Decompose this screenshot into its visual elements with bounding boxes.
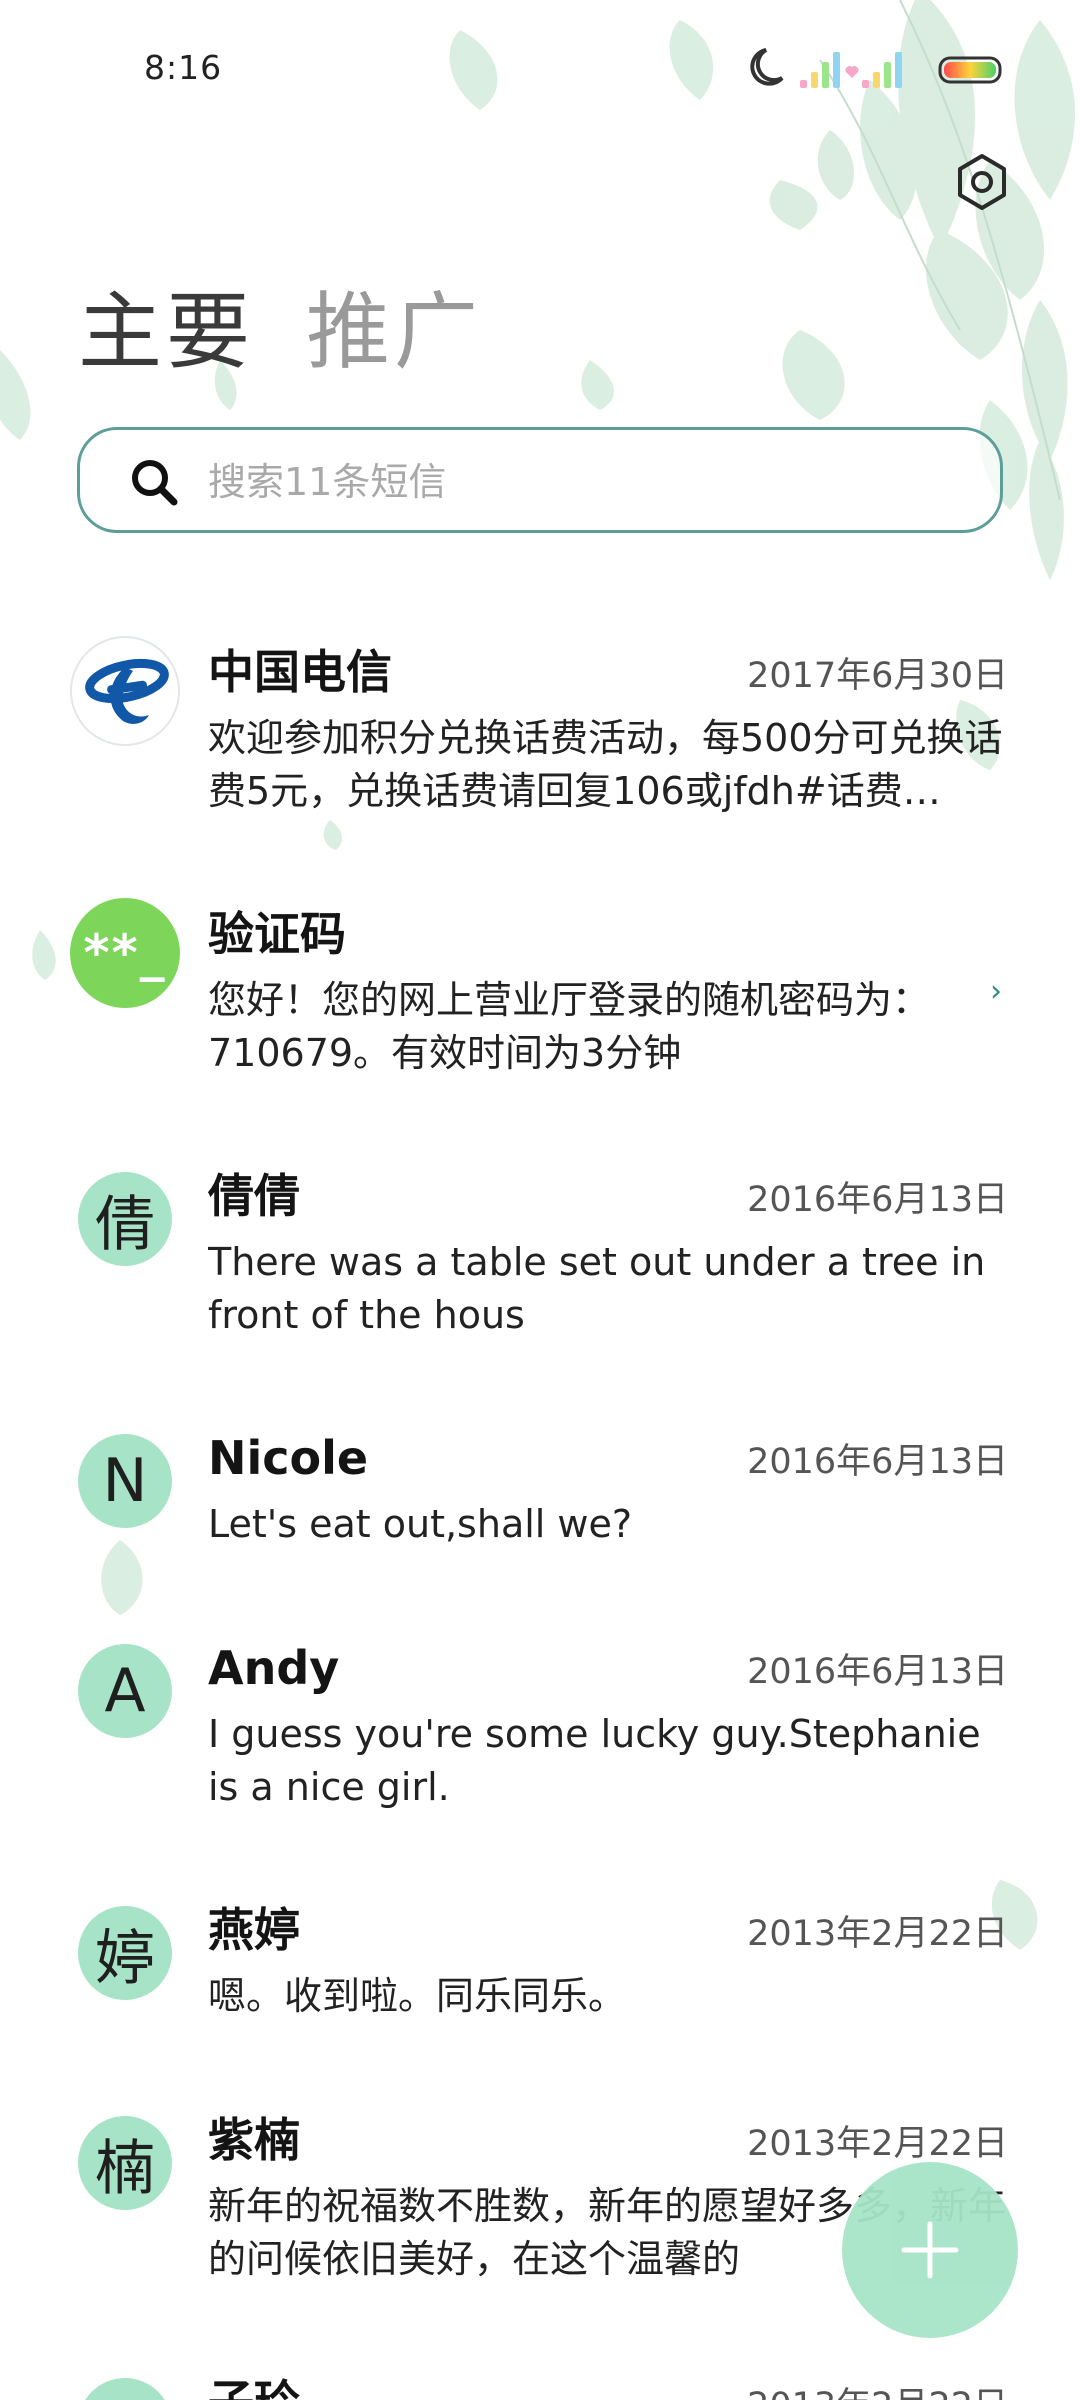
message-date: 2016年6月13日 [747,1180,1008,1220]
avatar: 倩 [78,1172,172,1266]
status-time: 8:16 [144,48,223,87]
avatar: N [78,1434,172,1528]
status-icons [750,48,1002,88]
china-telecom-logo-icon [85,658,169,724]
message-preview: There was a table set out under a tree i… [208,1240,986,1337]
contact-name: 中国电信 [208,645,392,699]
new-message-button[interactable] [842,2162,1018,2338]
plus-icon [901,2221,959,2279]
contact-name: 燕婷 [208,1903,300,1957]
avatar: 婷 [78,1906,172,2000]
contact-name: Nicole [208,1431,369,1485]
message-date: 2016年6月13日 [747,1652,1008,1692]
list-item[interactable]: N Nicole 2016年6月13日 Let's eat out,shall … [0,1386,1080,1586]
chevron-right-icon[interactable]: › [990,974,1002,1009]
status-bar: 8:16 [0,0,1080,140]
messages-screen: 8:16 主要 推广 搜索11条短信 中国电信 2017年6月30日 欢迎参加积… [0,0,1080,2400]
contact-name: 倩倩 [208,1169,300,1223]
message-preview: I guess you're some lucky guy.Stephanie … [208,1712,981,1809]
message-preview: 欢迎参加积分兑换话费活动，每500分可兑换话费5元，兑换话费请回复106或jfd… [208,716,1003,813]
message-date: 2013年2月22日 [747,1914,1008,1954]
message-date: 2013年2月22日 [747,2376,1008,2400]
message-preview: Let's eat out,shall we? [208,1502,633,1546]
message-preview: 嗯。收到啦。同乐同乐。 [208,1974,627,2018]
battery-icon [938,56,1002,84]
list-item[interactable]: **_ 验证码 您好！您的网上营业厅登录的随机密码为：710679。有效时间为3… [0,862,1080,1102]
tab-primary[interactable]: 主要 [78,282,254,382]
list-item[interactable]: 倩 倩倩 2016年6月13日 There was a table set ou… [0,1124,1080,1364]
list-item[interactable]: 玲 子玲 2013年2月22日 [0,2330,1080,2400]
avatar [70,636,180,746]
avatar: A [78,1644,172,1738]
heart-icon [845,66,859,78]
settings-hex-icon[interactable] [950,150,1014,214]
avatar: 玲 [78,2378,172,2400]
list-item[interactable]: 婷 燕婷 2013年2月22日 嗯。收到啦。同乐同乐。 [0,1858,1080,2058]
tab-bar: 主要 推广 [78,272,482,382]
search-icon [132,460,178,506]
do-not-disturb-moon-icon [750,48,784,86]
contact-name: 子玲 [208,2372,300,2400]
signal-1-icon [800,52,840,88]
contact-name: Andy [208,1641,340,1695]
search-placeholder: 搜索11条短信 [208,460,447,504]
list-item[interactable]: 中国电信 2017年6月30日 欢迎参加积分兑换话费活动，每500分可兑换话费5… [0,600,1080,850]
signal-2-icon [862,52,902,88]
message-preview: 您好！您的网上营业厅登录的随机密码为：710679。有效时间为3分钟 [208,978,931,1075]
message-date: 2013年2月22日 [747,2124,1008,2164]
search-input[interactable]: 搜索11条短信 [77,427,1003,533]
tab-promotions[interactable]: 推广 [306,282,482,382]
avatar: **_ [70,898,180,1008]
list-item[interactable]: A Andy 2016年6月13日 I guess you're some lu… [0,1596,1080,1836]
avatar: 楠 [78,2116,172,2210]
contact-name: 紫楠 [208,2113,300,2167]
message-date: 2017年6月30日 [747,656,1008,696]
contact-name: 验证码 [208,907,346,961]
message-date: 2016年6月13日 [747,1442,1008,1482]
